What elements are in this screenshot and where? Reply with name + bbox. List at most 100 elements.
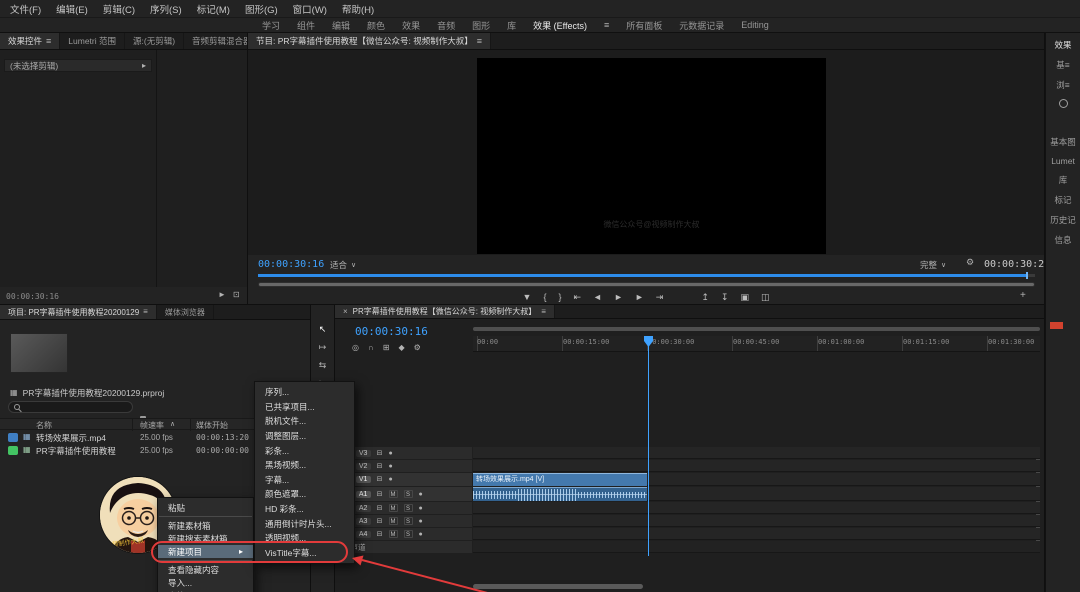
sidebar-item-info[interactable]: 信息 — [1054, 234, 1071, 246]
step-back-button[interactable]: ◄ — [593, 292, 602, 302]
project-preview-thumbnail[interactable] — [10, 333, 68, 373]
tab-effect-controls[interactable]: 效果控件 ≡ — [0, 33, 61, 49]
sync-lock-icon[interactable]: ⊟ — [377, 450, 383, 457]
program-current-timecode[interactable]: 00:00:30:16 — [258, 259, 324, 270]
program-scrub-bar[interactable] — [258, 272, 1035, 279]
wrench-icon[interactable]: ⚙ — [966, 258, 974, 267]
menu-window[interactable]: 窗口(W) — [293, 2, 327, 16]
project-search-input[interactable] — [8, 401, 133, 413]
export-frame-button[interactable]: ▣ — [740, 292, 749, 302]
submenu-item-hd-bars[interactable]: HD 彩条... — [255, 502, 354, 517]
workspace-editing-en[interactable]: Editing — [741, 20, 769, 30]
solo-button[interactable]: S — [403, 504, 413, 512]
menu-item-paste[interactable]: 粘贴 — [158, 501, 253, 514]
track-output-icon[interactable]: ● — [389, 450, 393, 457]
track-header-a1[interactable]: ▢ A1 ⊟ M S ● — [337, 487, 472, 501]
linked-selection-icon[interactable]: ⊞ — [383, 344, 390, 352]
program-zoom-scrollbar[interactable] — [258, 282, 1035, 287]
track-header-a3[interactable]: ▢ A3 ⊟ M S ● — [337, 515, 472, 527]
track-header-a2[interactable]: ▢ A2 ⊟ M S ● — [337, 502, 472, 514]
menu-item-new-bin[interactable]: 新建素材箱 — [158, 519, 253, 532]
track-label-v2[interactable]: V2 — [355, 462, 371, 470]
workspace-color[interactable]: 颜色 — [367, 19, 385, 32]
video-clip[interactable]: 转场效果展示.mp4 [V] — [473, 473, 647, 486]
selection-tool[interactable]: ↖ — [319, 325, 327, 334]
submenu-item-bars-tone[interactable]: 彩条... — [255, 443, 354, 458]
track-header-v3[interactable]: ▢ V3 ⊟ ● — [337, 447, 472, 459]
grid-icon[interactable]: ⊡ — [233, 291, 240, 299]
submenu-item-sequence[interactable]: 序列... — [255, 385, 354, 400]
timeline-h-scrollbar[interactable] — [473, 584, 643, 589]
workspace-graphics[interactable]: 图形 — [472, 19, 490, 32]
sidebar-item-essential[interactable]: 基本图 — [1050, 136, 1076, 148]
track-label-a2[interactable]: A2 — [355, 504, 371, 512]
column-name[interactable]: 名称 — [36, 420, 52, 431]
collapse-arrow-icon[interactable]: ▸ — [142, 61, 146, 70]
sidebar-item-libraries[interactable]: 库 — [1059, 174, 1068, 186]
track-header-master[interactable]: 主声道 — [337, 541, 472, 553]
track-lane-a2[interactable] — [473, 502, 1040, 514]
extract-button[interactable]: ↧ — [721, 292, 729, 302]
go-to-in-button[interactable]: ⇤ — [573, 292, 581, 302]
comparison-view-button[interactable]: ◫ — [761, 292, 770, 302]
sync-lock-icon[interactable]: ⊟ — [377, 463, 383, 470]
track-lane-v2[interactable] — [473, 460, 1040, 472]
track-output-icon[interactable]: ● — [389, 463, 393, 470]
track-header-v1[interactable]: ▢ V1 ⊟ ● — [337, 473, 472, 486]
playhead-line[interactable] — [648, 336, 649, 556]
track-label-a3[interactable]: A3 — [355, 517, 371, 525]
playback-resolution-select[interactable]: 完整 ∨ — [920, 259, 946, 271]
workspace-menu-icon[interactable]: ≡ — [604, 20, 609, 30]
workspace-libraries[interactable]: 库 — [507, 19, 516, 32]
track-lane-master[interactable] — [473, 541, 1040, 553]
tab-source-monitor[interactable]: 源:(无剪辑) — [125, 33, 185, 49]
submenu-item-black-video[interactable]: 黑场视频... — [255, 458, 354, 473]
add-marker-icon[interactable]: ◆ — [398, 344, 404, 352]
label-color-chip[interactable] — [8, 446, 18, 455]
track-label-a1[interactable]: A1 — [355, 490, 371, 498]
mic-monitor-icon[interactable]: ● — [419, 518, 423, 525]
close-icon[interactable]: × — [343, 307, 348, 316]
tab-program-monitor[interactable]: 节目: PR字幕插件使用教程【微信公众号: 视频制作大叔】 ≡ — [248, 33, 492, 49]
solo-button[interactable]: S — [403, 490, 413, 498]
menu-item-view-hidden[interactable]: 查看隐藏内容 — [158, 563, 253, 576]
go-to-out-button[interactable]: ⇥ — [656, 292, 664, 302]
snap-toggle-icon[interactable]: ∩ — [368, 344, 374, 352]
tab-timeline-sequence[interactable]: × PR字幕插件使用教程【微信公众号: 视频制作大叔】 ≡ — [335, 305, 555, 318]
zoom-level-select[interactable]: 适合 ∨ — [330, 259, 356, 271]
sync-lock-icon[interactable]: ⊟ — [377, 505, 383, 512]
add-marker-button[interactable]: ▼ — [523, 292, 532, 302]
solo-button[interactable]: S — [403, 517, 413, 525]
play-button[interactable]: ► — [614, 292, 623, 302]
workspace-audio[interactable]: 音频 — [437, 19, 455, 32]
sync-lock-icon[interactable]: ⊟ — [377, 531, 383, 538]
sidebar-item-history[interactable]: 历史记 — [1050, 214, 1076, 226]
mark-out-button[interactable]: } — [558, 292, 561, 302]
menu-help[interactable]: 帮助(H) — [342, 2, 374, 16]
audio-clip[interactable] — [473, 487, 647, 501]
track-output-icon[interactable]: ● — [389, 476, 393, 483]
submenu-item-captions[interactable]: 字幕... — [255, 473, 354, 488]
sync-lock-icon[interactable]: ⊟ — [377, 518, 383, 525]
track-select-tool[interactable]: ↦ — [319, 343, 327, 352]
lift-button[interactable]: ↥ — [701, 292, 709, 302]
clip-selector-row[interactable]: (未选择剪辑) ▸ — [4, 59, 152, 72]
workspace-effects[interactable]: 效果 — [402, 19, 420, 32]
sidebar-item-essential-graphics[interactable]: 基≡ — [1056, 59, 1069, 71]
mark-in-button[interactable]: { — [543, 292, 546, 302]
sidebar-item-lumetri[interactable]: Lumet — [1051, 156, 1075, 166]
timeline-settings-icon[interactable]: ⚙ — [414, 344, 421, 352]
workspace-all-panels[interactable]: 所有面板 — [626, 19, 662, 32]
track-lane-v3[interactable] — [473, 447, 1040, 459]
sidebar-item-browse[interactable]: 浏≡ — [1056, 79, 1069, 91]
workspace-effects-custom[interactable]: 效果 (Effects) — [533, 19, 587, 32]
ripple-edit-tool[interactable]: ⇆ — [319, 361, 327, 370]
sidebar-item-markers[interactable]: 标记 — [1054, 194, 1071, 206]
track-label-v3[interactable]: V3 — [355, 449, 371, 457]
label-color-chip[interactable] — [8, 433, 18, 442]
menu-sequence[interactable]: 序列(S) — [150, 2, 182, 16]
track-lane-a3[interactable] — [473, 515, 1040, 527]
button-editor-button[interactable]: + — [1020, 291, 1026, 301]
circular-panel-icon[interactable] — [1058, 99, 1068, 108]
track-label-v1[interactable]: V1 — [355, 476, 371, 483]
